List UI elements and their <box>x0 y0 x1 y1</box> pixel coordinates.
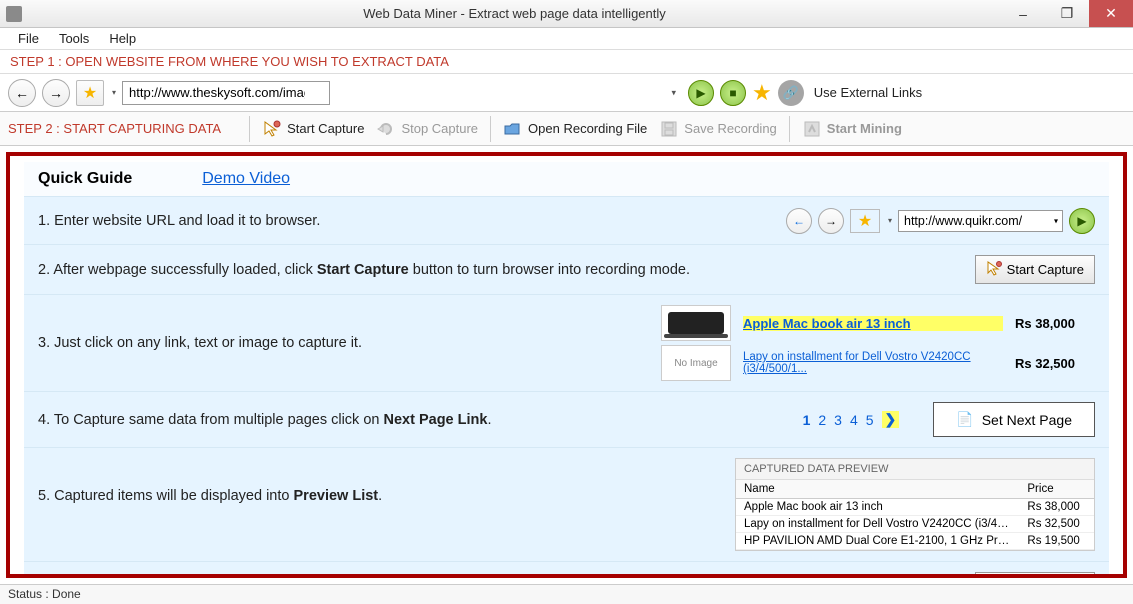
content-scroll[interactable]: Quick Guide Demo Video 1. Enter website … <box>10 156 1123 574</box>
col-price: Price <box>1019 480 1094 499</box>
menu-tools[interactable]: Tools <box>49 29 99 48</box>
table-row: HP PAVILION AMD Dual Core E1-2100, 1 GHz… <box>736 533 1094 550</box>
step2-header: STEP 2 : START CAPTURING DATA <box>8 121 221 136</box>
guide-stop-capture-button[interactable]: Stop Capture <box>975 572 1095 574</box>
chevron-down-icon[interactable]: ▾ <box>112 88 116 97</box>
favorites-button[interactable]: ★ <box>76 80 104 106</box>
save-recording-label: Save Recording <box>684 121 777 136</box>
page-icon: 📄 <box>956 411 973 428</box>
status-bar: Status : Done <box>0 584 1133 604</box>
next-page-arrow-icon[interactable]: ❯ <box>882 411 900 428</box>
preview-table: Name Price Apple Mac book air 13 inchRs … <box>736 480 1094 550</box>
col-name: Name <box>736 480 1019 499</box>
set-next-page-button[interactable]: 📄 Set Next Page <box>933 402 1095 437</box>
start-capture-button[interactable]: Start Capture <box>256 117 370 141</box>
start-capture-label: Start Capture <box>287 121 364 136</box>
mini-forward-button[interactable]: → <box>818 208 844 234</box>
arrow-right-icon: → <box>825 214 837 228</box>
save-icon <box>659 119 679 139</box>
save-recording-button[interactable]: Save Recording <box>653 117 783 141</box>
menu-file[interactable]: File <box>8 29 49 48</box>
page-3[interactable]: 3 <box>834 412 842 428</box>
step-1-text: 1. Enter website URL and load it to brow… <box>38 213 320 229</box>
mini-url-input[interactable] <box>898 210 1063 232</box>
forward-button[interactable]: → <box>42 79 70 107</box>
external-link-button[interactable]: 🔗 <box>778 80 804 106</box>
stop-button[interactable]: ■ <box>720 80 746 106</box>
listing-1-title[interactable]: Apple Mac book air 13 inch <box>743 316 1003 331</box>
maximize-button[interactable]: ❐ <box>1045 0 1089 27</box>
url-toolbar: ← → ★ ▾ ▾ ▶ ■ ★ 🔗 Use External Links <box>0 74 1133 112</box>
guide-title: Quick Guide <box>38 170 132 188</box>
arrow-right-icon: → <box>49 85 63 101</box>
mining-icon <box>802 119 822 139</box>
listing-1-price: Rs 38,000 <box>1015 316 1095 331</box>
page-5[interactable]: 5 <box>866 412 874 428</box>
link-icon: 🔗 <box>783 85 799 101</box>
page-2[interactable]: 2 <box>818 412 826 428</box>
star-icon: ★ <box>858 211 872 231</box>
laptop-icon <box>668 312 724 334</box>
stop-capture-button[interactable]: Stop Capture <box>370 117 484 141</box>
start-mining-label: Start Mining <box>827 121 902 136</box>
step-2-text: 2. After webpage successfully loaded, cl… <box>38 262 690 278</box>
stop-icon: ■ <box>729 86 736 100</box>
mini-favorites-button[interactable]: ★ <box>850 209 880 233</box>
step-4-text: 4. To Capture same data from multiple pa… <box>38 412 491 428</box>
menu-bar: File Tools Help <box>0 28 1133 50</box>
chevron-down-icon[interactable]: ▾ <box>671 87 676 98</box>
demo-video-link[interactable]: Demo Video <box>202 170 290 188</box>
browser-viewport: Quick Guide Demo Video 1. Enter website … <box>6 152 1127 578</box>
url-input[interactable] <box>122 81 330 105</box>
quick-guide: Quick Guide Demo Video 1. Enter website … <box>24 162 1109 574</box>
window-title: Web Data Miner - Extract web page data i… <box>28 6 1001 21</box>
chevron-down-icon: ▾ <box>888 216 892 225</box>
listing-2-price: Rs 32,500 <box>1015 356 1095 371</box>
capture-toolbar: STEP 2 : START CAPTURING DATA Start Capt… <box>0 112 1133 146</box>
listing-sample: Apple Mac book air 13 inch Rs 38,000 No … <box>661 305 1095 381</box>
mini-go-button[interactable]: ▶ <box>1069 208 1095 234</box>
open-recording-button[interactable]: Open Recording File <box>497 117 653 141</box>
cursor-record-icon <box>262 119 282 139</box>
step-5-text: 5. Captured items will be displayed into… <box>38 458 382 504</box>
no-image-thumb: No Image <box>661 345 731 381</box>
table-row: Apple Mac book air 13 inchRs 38,000 <box>736 499 1094 516</box>
open-recording-label: Open Recording File <box>528 121 647 136</box>
play-icon: ▶ <box>696 86 705 100</box>
mini-back-button[interactable]: ← <box>786 208 812 234</box>
folder-open-icon <box>503 119 523 139</box>
page-1[interactable]: 1 <box>803 412 811 428</box>
step1-header: STEP 1 : OPEN WEBSITE FROM WHERE YOU WIS… <box>0 50 1133 74</box>
minimize-button[interactable]: – <box>1001 0 1045 27</box>
pagination: 1 2 3 4 5 ❯ <box>803 411 900 428</box>
back-button[interactable]: ← <box>8 79 36 107</box>
favorite-star-icon[interactable]: ★ <box>752 80 772 106</box>
table-row: Lapy on installment for Dell Vostro V242… <box>736 516 1094 533</box>
arrow-left-icon: ← <box>793 214 805 228</box>
guide-start-capture-button[interactable]: Start Capture <box>975 255 1095 284</box>
chevron-down-icon: ▾ <box>1054 216 1058 225</box>
close-button[interactable]: ✕ <box>1089 0 1133 27</box>
menu-help[interactable]: Help <box>99 29 146 48</box>
page-4[interactable]: 4 <box>850 412 858 428</box>
app-icon <box>6 6 22 22</box>
listing-thumb <box>661 305 731 341</box>
listing-2-title[interactable]: Lapy on installment for Dell Vostro V242… <box>743 351 1003 375</box>
cursor-record-icon <box>986 260 1002 279</box>
go-button[interactable]: ▶ <box>688 80 714 106</box>
preview-table-block: CAPTURED DATA PREVIEW Name Price Apple M… <box>735 458 1095 551</box>
preview-caption: CAPTURED DATA PREVIEW <box>736 459 1094 480</box>
play-icon: ▶ <box>1077 214 1086 228</box>
undo-icon <box>376 119 396 139</box>
external-link-label: Use External Links <box>814 85 922 100</box>
stop-capture-label: Stop Capture <box>401 121 478 136</box>
start-mining-button[interactable]: Start Mining <box>796 117 908 141</box>
arrow-left-icon: ← <box>15 85 29 101</box>
title-bar: Web Data Miner - Extract web page data i… <box>0 0 1133 28</box>
star-icon: ★ <box>83 83 97 103</box>
step-3-text: 3. Just click on any link, text or image… <box>38 335 362 351</box>
